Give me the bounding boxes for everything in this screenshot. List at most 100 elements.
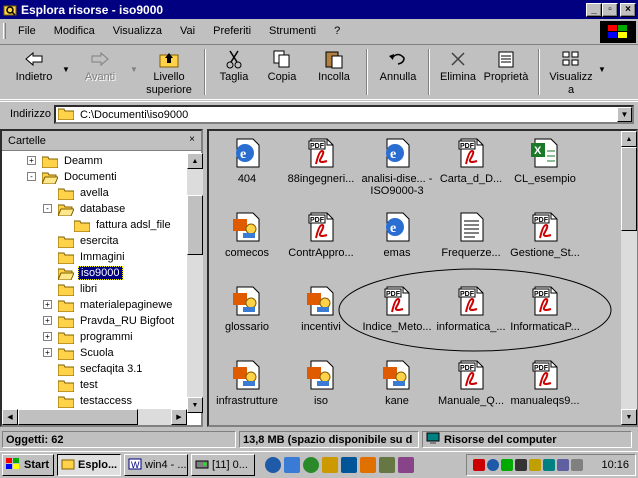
task-explorer[interactable]: Esplo... <box>57 454 121 476</box>
tool-quicklaunch-icon[interactable] <box>379 457 395 473</box>
hscroll-thumb[interactable] <box>18 409 138 425</box>
menu-help[interactable]: ? <box>324 25 348 37</box>
menu-favorites[interactable]: Preferiti <box>203 25 259 37</box>
delete-button[interactable]: Elimina <box>436 45 480 99</box>
copy-button[interactable]: Copia <box>256 45 308 99</box>
volume-tray-icon[interactable] <box>571 459 584 471</box>
file-item[interactable]: X CL_esempio <box>507 137 583 185</box>
up-level-button[interactable]: Livello superiore <box>140 45 198 99</box>
tree-item[interactable]: + materialepaginewe <box>43 297 174 313</box>
clock[interactable]: 10:16 <box>601 459 629 471</box>
file-item[interactable]: PDF 88ingegneri... <box>283 137 359 185</box>
scroll-up-button[interactable]: ▲ <box>187 153 203 169</box>
task-word[interactable]: W win4 - ... <box>124 454 188 476</box>
views-dropdown[interactable]: ▼ <box>596 45 608 99</box>
tree-item[interactable]: + programmi <box>43 329 135 345</box>
start-button[interactable]: Start <box>2 454 54 476</box>
file-item[interactable]: Frequerze... <box>433 211 509 259</box>
expand-button[interactable]: + <box>43 332 52 341</box>
desktop-quicklaunch-icon[interactable] <box>322 457 338 473</box>
scroll-left-button[interactable]: ◀ <box>2 409 18 425</box>
restore-button[interactable]: ▫ <box>602 2 618 17</box>
tree-item[interactable]: secfaqita 3.1 <box>57 361 144 377</box>
title-bar[interactable]: Esplora risorse - iso9000 _ ▫ × <box>0 0 638 19</box>
file-item[interactable]: PDF ContrAppro... <box>283 211 359 259</box>
scroll-thumb[interactable] <box>187 195 203 255</box>
file-item[interactable]: PDF InformaticaP... <box>507 285 583 333</box>
monitor-tray-icon[interactable] <box>501 459 514 471</box>
tree-item[interactable]: libri <box>57 281 99 297</box>
scroll-down-button[interactable]: ▼ <box>187 397 203 413</box>
files-vertical-scrollbar[interactable]: ▲ ▼ <box>621 131 637 425</box>
ie-quicklaunch-icon[interactable] <box>265 457 281 473</box>
file-item[interactable]: kane <box>359 359 435 407</box>
tray-icon[interactable] <box>515 459 528 471</box>
forward-button[interactable]: Avanti <box>72 45 128 99</box>
tree-item[interactable]: - Documenti <box>27 169 119 185</box>
pencil-quicklaunch-icon[interactable] <box>360 457 376 473</box>
menu-tools[interactable]: Strumenti <box>259 25 324 37</box>
file-item[interactable]: e 404 <box>209 137 285 185</box>
tree-item[interactable]: test <box>57 377 100 393</box>
tree-item[interactable]: + Scuola <box>43 345 116 361</box>
minimize-button[interactable]: _ <box>586 2 602 17</box>
menu-view[interactable]: Visualizza <box>103 25 170 37</box>
expand-button[interactable]: + <box>43 300 52 309</box>
file-item[interactable]: PDF informatica_... <box>433 285 509 333</box>
search-quicklaunch-icon[interactable] <box>341 457 357 473</box>
file-item[interactable]: PDF manualeqs9... <box>507 359 583 407</box>
file-item[interactable]: incentivi <box>283 285 359 333</box>
file-item[interactable]: PDF Carta_d_D... <box>433 137 509 185</box>
tree-item[interactable]: + Pravda_RU Bigfoot <box>43 313 176 329</box>
tree-item[interactable]: Immagini <box>57 249 127 265</box>
tree-item[interactable]: - database <box>43 201 127 217</box>
file-item[interactable]: e emas <box>359 211 435 259</box>
back-button[interactable]: Indietro <box>8 45 60 99</box>
undo-button[interactable]: Annulla <box>374 45 422 99</box>
menu-go[interactable]: Vai <box>170 25 203 37</box>
tray-icon[interactable] <box>557 459 570 471</box>
file-item[interactable]: PDF Indice_Meto... <box>359 285 435 333</box>
tray-icon[interactable] <box>529 459 542 471</box>
forward-dropdown[interactable]: ▼ <box>128 45 140 99</box>
file-item[interactable]: comecos <box>209 211 285 259</box>
file-item[interactable]: PDF Manuale_Q... <box>433 359 509 407</box>
back-dropdown[interactable]: ▼ <box>60 45 72 99</box>
antivirus-tray-icon[interactable] <box>473 459 486 471</box>
channels-quicklaunch-icon[interactable] <box>303 457 319 473</box>
tree-item[interactable]: fattura adsl_file <box>73 217 173 233</box>
scroll-up-button[interactable]: ▲ <box>621 131 637 147</box>
expand-button[interactable]: + <box>43 316 52 325</box>
network-tray-icon[interactable] <box>487 459 500 471</box>
paste-button[interactable]: Incolla <box>308 45 360 99</box>
views-button[interactable]: Visualizz a <box>546 45 596 99</box>
scroll-right-button[interactable]: ▶ <box>171 409 187 425</box>
close-button[interactable]: × <box>620 2 636 17</box>
outlook-quicklaunch-icon[interactable] <box>284 457 300 473</box>
expand-button[interactable]: + <box>27 156 36 165</box>
tree-horizontal-scrollbar[interactable]: ◀ ▶ <box>2 409 187 425</box>
tray-icon[interactable] <box>543 459 556 471</box>
tree-item[interactable]: testaccess <box>57 393 134 409</box>
address-dropdown-button[interactable]: ▼ <box>617 107 632 122</box>
tree-item[interactable]: esercita <box>57 233 121 249</box>
collapse-button[interactable]: - <box>43 204 52 213</box>
scroll-thumb[interactable] <box>621 147 637 231</box>
address-field[interactable]: C:\Documenti\iso9000 ▼ <box>54 105 634 124</box>
file-item[interactable]: iso <box>283 359 359 407</box>
menu-edit[interactable]: Modifica <box>44 25 103 37</box>
scroll-down-button[interactable]: ▼ <box>621 409 637 425</box>
expand-button[interactable]: + <box>43 348 52 357</box>
app-quicklaunch-icon[interactable] <box>398 457 414 473</box>
close-pane-button[interactable]: × <box>185 134 199 148</box>
tree-item[interactable]: iso9000 <box>57 265 123 281</box>
tree-item[interactable]: + Deamm <box>27 153 105 169</box>
file-item[interactable]: e analisi-dise... - ISO9000-3 <box>359 137 435 197</box>
file-item[interactable]: PDF Gestione_St... <box>507 211 583 259</box>
file-item[interactable]: glossario <box>209 285 285 333</box>
tree-vertical-scrollbar[interactable]: ▲ ▼ <box>187 153 203 413</box>
properties-button[interactable]: Proprietà <box>480 45 532 99</box>
menu-file[interactable]: File <box>8 25 44 37</box>
cut-button[interactable]: Taglia <box>212 45 256 99</box>
file-item[interactable]: infrastrutture <box>209 359 285 407</box>
